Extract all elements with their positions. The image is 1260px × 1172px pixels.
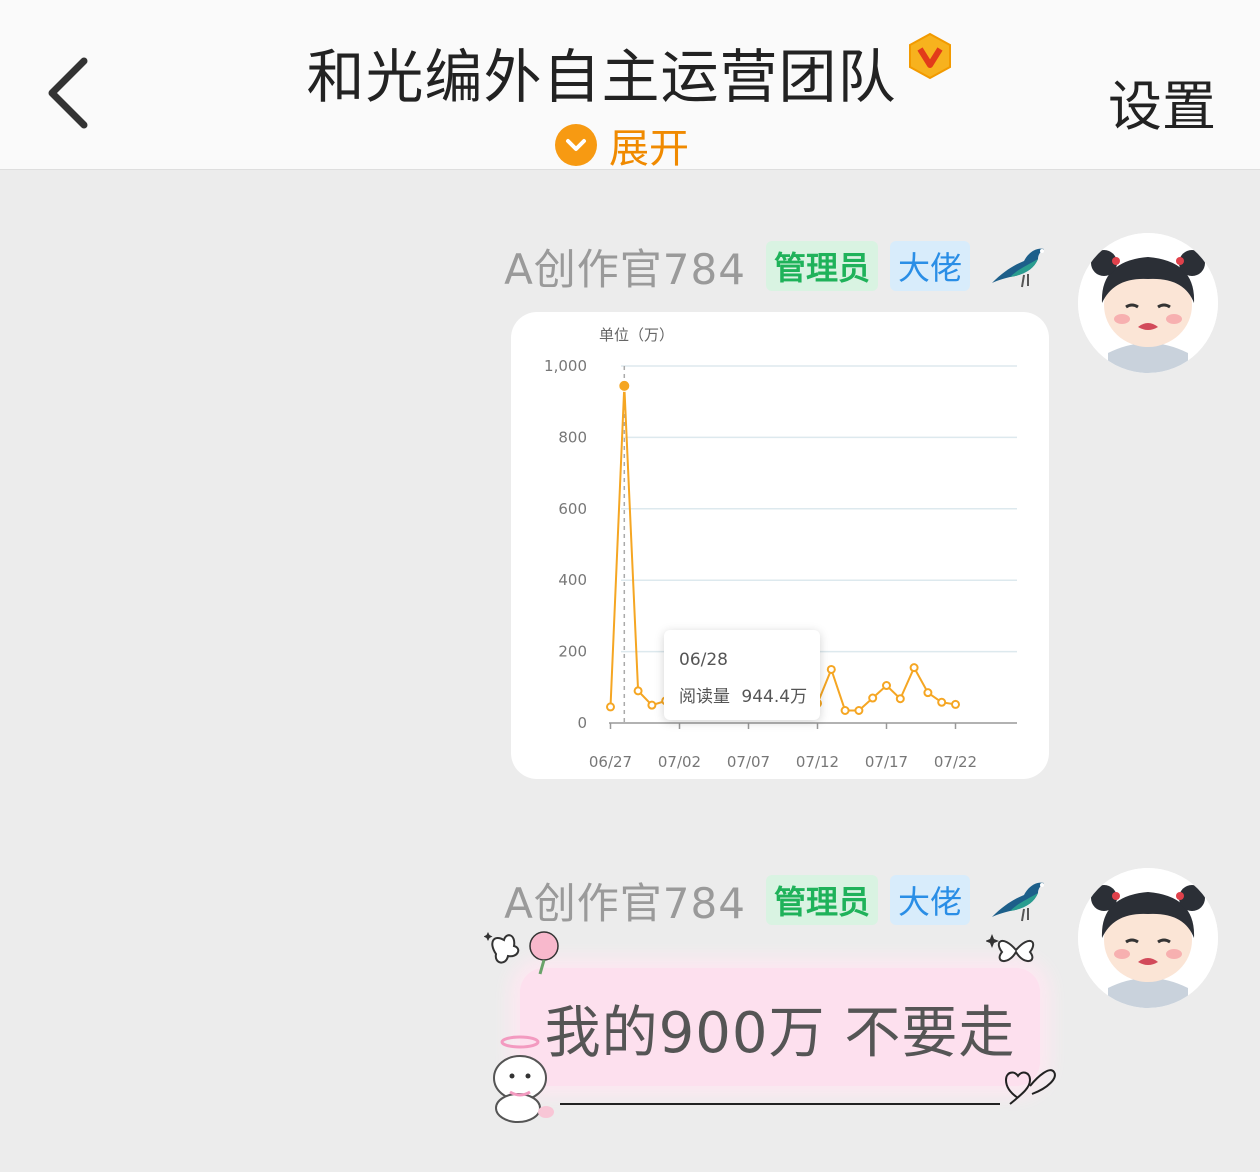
group-title: 和光编外自主运营团队 — [306, 43, 897, 111]
y-tick-label: 400 — [558, 571, 587, 589]
admin-tag: 管理员 — [765, 875, 878, 925]
boss-tag: 大佬 — [889, 875, 970, 925]
data-point — [923, 688, 933, 698]
x-tick-label: 07/17 — [865, 753, 908, 771]
verified-badge-icon — [906, 32, 954, 84]
y-tick-label: 800 — [558, 428, 587, 446]
message-text: 我的900万 不要走 — [544, 1001, 1016, 1066]
data-point — [854, 706, 864, 716]
bird-badge-icon — [988, 239, 1052, 293]
chart-tooltip: 06/28 阅读量 944.4万 — [664, 630, 820, 720]
data-point — [647, 700, 657, 710]
message-header: A创作官784 管理员 大佬 — [504, 236, 1052, 296]
chat-header: 和光编外自主运营团队 展开 设置 — [0, 0, 1260, 172]
data-point — [937, 697, 947, 707]
avatar-illustration — [1078, 233, 1218, 373]
x-tick-label: 07/07 — [727, 753, 770, 771]
tooltip-value: 944.4万 — [741, 687, 808, 707]
x-tick-label: 07/12 — [796, 753, 839, 771]
data-point — [840, 706, 850, 716]
x-tick-label: 07/02 — [658, 753, 701, 771]
data-point — [951, 699, 960, 709]
y-tick-label: 200 — [558, 643, 587, 661]
avatar-illustration — [1078, 868, 1218, 1008]
expand-button[interactable]: 展开 — [555, 120, 689, 172]
butterfly-decoration-icon — [986, 934, 1035, 962]
heart-line-decoration-icon — [560, 1069, 1056, 1105]
bird-badge-icon — [988, 873, 1052, 927]
y-tick-label: 0 — [577, 714, 587, 732]
boss-tag: 大佬 — [889, 241, 970, 291]
sender-name[interactable]: A创作官784 — [504, 236, 746, 297]
data-point — [895, 694, 905, 704]
butterfly-flower-decoration-icon — [484, 931, 559, 975]
x-tick-label: 06/27 — [589, 753, 632, 771]
highlight-point — [618, 379, 631, 392]
y-tick-label: 600 — [558, 500, 587, 518]
data-point — [606, 702, 615, 712]
data-point — [868, 693, 878, 703]
angel-puppy-decoration-icon — [493, 1035, 554, 1123]
expand-label: 展开 — [609, 126, 689, 172]
admin-tag: 管理员 — [765, 241, 878, 291]
data-point — [633, 686, 643, 696]
message-header: A创作官784 管理员 大佬 — [504, 870, 1052, 930]
chart-unit-label: 单位（万） — [599, 326, 674, 344]
avatar[interactable] — [1078, 868, 1218, 1008]
sender-name[interactable]: A创作官784 — [504, 870, 746, 931]
tooltip-row: 阅读量 944.4万 — [679, 682, 807, 707]
title-row: 和光编外自主运营团队 — [0, 30, 1260, 114]
y-tick-label: 1,000 — [544, 357, 587, 375]
tooltip-label: 阅读量 — [679, 687, 730, 707]
tooltip-date: 06/28 — [679, 650, 728, 670]
avatar[interactable] — [1078, 233, 1218, 373]
x-tick-label: 07/22 — [934, 753, 977, 771]
chevron-down-icon — [555, 124, 597, 166]
settings-button[interactable]: 设置 — [1108, 62, 1216, 141]
data-point — [826, 664, 836, 674]
data-point — [909, 663, 919, 673]
data-point — [882, 681, 891, 691]
